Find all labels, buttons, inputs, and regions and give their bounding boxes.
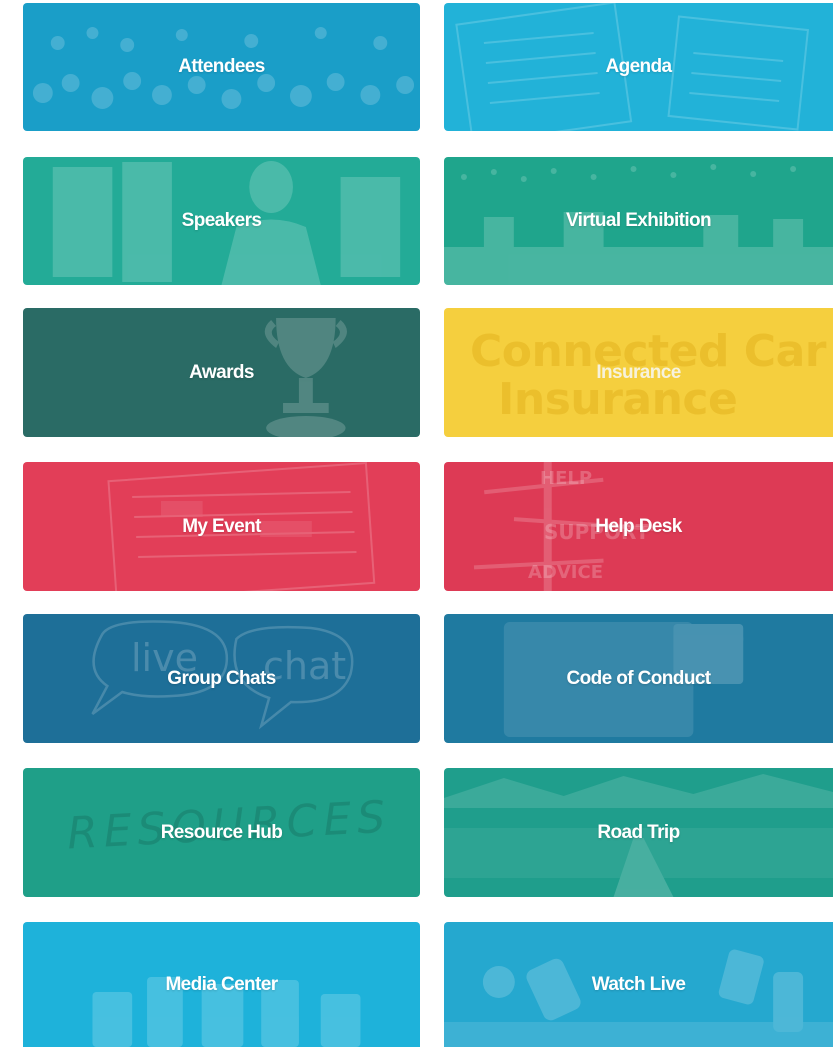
tile-group-chats-label: Group Chats [167,667,276,689]
tile-awards-label: Awards [189,361,254,383]
tile-my-event-label: My Event [182,515,261,537]
tile-insurance-label: Insurance [596,361,681,383]
tile-watch-live-label: Watch Live [591,973,686,995]
tile-speakers-label: Speakers [181,210,262,231]
tile-watch-live[interactable]: Watch Live [444,922,833,1047]
tile-resource-hub-label: Resource Hub [160,821,283,843]
tile-help-desk-label: Help Desk [595,515,682,537]
tile-road-trip[interactable]: Road Trip [444,768,833,897]
tile-attendees-label: Attendees [178,56,265,77]
tile-insurance[interactable]: Connected Car Insurance Insurance [444,308,833,437]
tile-code-of-conduct-label: Code of Conduct [566,667,711,689]
tile-virtual-exhibition-label: Virtual Exhibition [565,210,712,231]
tile-code-of-conduct[interactable]: Code of Conduct [444,614,833,743]
tile-media-center[interactable]: Media Center [23,922,420,1047]
tile-media-center-label: Media Center [165,973,278,995]
tile-help-desk[interactable]: HELP SUPPORT ADVICE Help Desk [444,462,833,591]
tile-group-chats[interactable]: live chat Group Chats [23,614,420,743]
tile-attendees[interactable]: Attendees [23,3,420,131]
tile-speakers[interactable]: Speakers [23,157,420,285]
tile-agenda[interactable]: Agenda [444,3,833,131]
tile-road-trip-label: Road Trip [597,821,680,843]
menu-tile-grid: Attendees Agenda Speakers Virtual Exhibi… [0,0,833,1047]
tile-awards[interactable]: Awards [23,308,420,437]
tile-agenda-label: Agenda [605,56,672,77]
tile-virtual-exhibition[interactable]: Virtual Exhibition [444,157,833,285]
tile-my-event[interactable]: My Event [23,462,420,591]
tile-resource-hub[interactable]: RESOURCES Resource Hub [23,768,420,897]
